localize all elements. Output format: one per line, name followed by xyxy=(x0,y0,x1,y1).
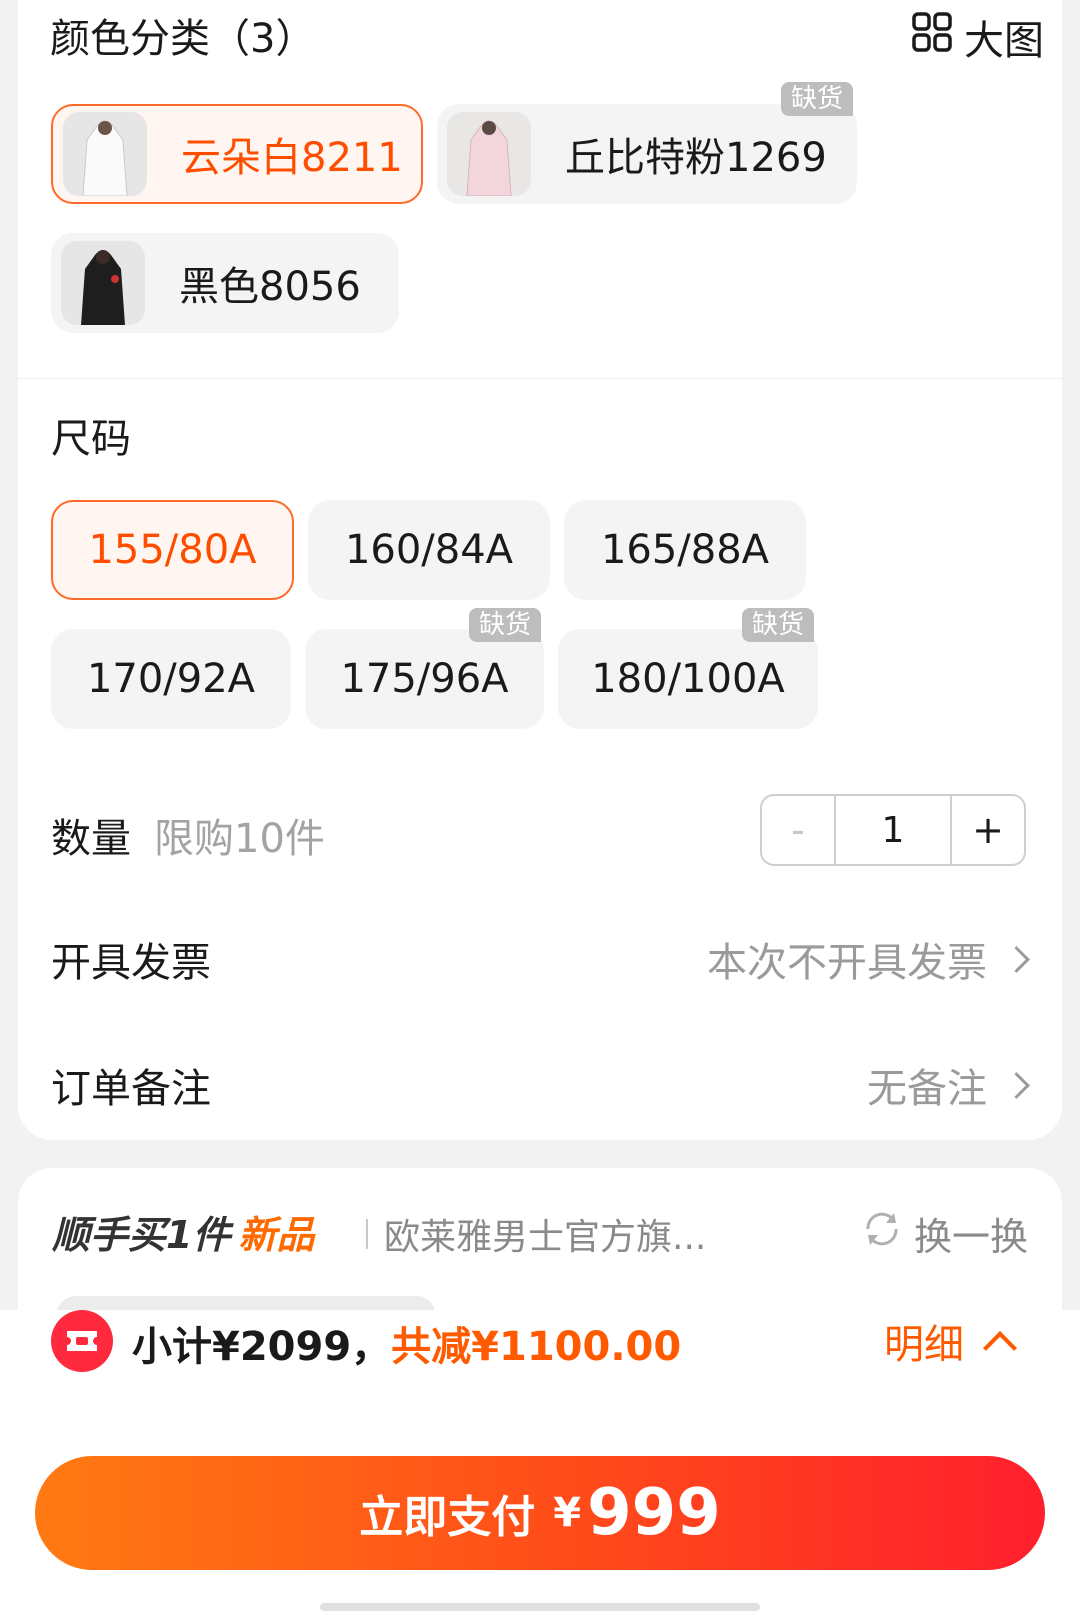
shop-name: 欧莱雅男士官方旗... xyxy=(384,1217,707,1258)
grid-icon xyxy=(912,12,952,62)
pay-amount: 999 xyxy=(587,1476,721,1550)
out-of-stock-tag: 缺货 xyxy=(781,82,854,116)
refresh-label: 换一换 xyxy=(913,1215,1028,1259)
price-summary: 小计¥2099， 共减¥1100.00 xyxy=(132,1314,681,1372)
new-badge: 新品 xyxy=(238,1213,315,1257)
big-image-label: 大图 xyxy=(964,18,1044,64)
size-option-175[interactable]: 175/96A xyxy=(305,629,544,729)
size-option-165[interactable]: 165/88A xyxy=(564,500,806,600)
discount-text: 共减¥1100.00 xyxy=(391,1324,682,1370)
size-section-title: 尺码 xyxy=(51,416,131,462)
chevron-up-icon xyxy=(983,1331,1017,1365)
invoice-value: 本次不开具发票 xyxy=(707,940,987,986)
decrement-button[interactable]: - xyxy=(762,796,834,864)
size-option-155[interactable]: 155/80A xyxy=(51,500,294,600)
color-option-pink[interactable]: 丘比特粉1269 xyxy=(437,104,857,204)
recommend-title: 顺手买1件 xyxy=(52,1213,231,1257)
color-section-title: 颜色分类（3） xyxy=(50,16,316,62)
invoice-label: 开具发票 xyxy=(51,940,211,986)
size-option-label: 165/88A xyxy=(600,527,770,573)
invoice-row[interactable]: 本次不开具发票 xyxy=(707,930,1030,988)
recommend-card: 顺手买1件 新品 欧莱雅男士官方旗... 换一换 xyxy=(18,1168,1062,1336)
detail-toggle[interactable]: 明细 xyxy=(884,1312,1017,1370)
coupon-icon xyxy=(51,1310,113,1372)
home-indicator xyxy=(320,1603,760,1611)
pay-currency: ¥ xyxy=(553,1490,582,1536)
color-option-label: 黑色8056 xyxy=(179,264,361,310)
big-image-toggle[interactable]: 大图 xyxy=(912,8,1044,66)
checkout-bar: 小计¥2099， 共减¥1100.00 明细 立即支付 ¥ 999 xyxy=(0,1310,1080,1615)
chevron-right-icon xyxy=(1003,1071,1030,1099)
size-option-label: 160/84A xyxy=(344,527,514,573)
recommend-header: 顺手买1件 新品 xyxy=(52,1204,314,1259)
chevron-right-icon xyxy=(1003,945,1030,973)
size-option-160[interactable]: 160/84A xyxy=(308,500,550,600)
refresh-button[interactable]: 换一换 xyxy=(860,1206,1028,1261)
remark-label: 订单备注 xyxy=(51,1066,211,1112)
remark-value: 无备注 xyxy=(867,1066,987,1112)
white-coat-thumbnail xyxy=(63,112,147,196)
pink-coat-thumbnail xyxy=(447,112,531,196)
size-option-180[interactable]: 180/100A xyxy=(558,629,818,729)
quantity-label: 数量 xyxy=(51,816,131,862)
size-option-label: 155/80A xyxy=(88,527,257,573)
color-option-white[interactable]: 云朵白8211 xyxy=(51,104,423,204)
color-option-black[interactable]: 黑色8056 xyxy=(51,233,399,333)
separator xyxy=(366,1219,368,1249)
pay-now-button[interactable]: 立即支付 ¥ 999 xyxy=(35,1456,1045,1570)
remark-row[interactable]: 无备注 xyxy=(867,1056,1030,1114)
recommend-shop[interactable]: 欧莱雅男士官方旗... xyxy=(366,1208,706,1260)
subtotal-text: 小计¥2099， xyxy=(132,1324,392,1370)
color-option-label: 丘比特粉1269 xyxy=(565,135,827,181)
black-coat-thumbnail xyxy=(61,241,145,325)
section-divider xyxy=(18,378,1062,379)
purchase-limit: 限购10件 xyxy=(154,816,325,862)
pay-label: 立即支付 xyxy=(359,1492,536,1543)
refresh-icon xyxy=(860,1207,904,1260)
size-option-label: 170/92A xyxy=(86,656,256,702)
out-of-stock-tag: 缺货 xyxy=(742,608,815,642)
color-option-label: 云朵白8211 xyxy=(181,135,403,181)
increment-button[interactable]: + xyxy=(952,796,1024,864)
size-option-label: 175/96A xyxy=(340,656,509,702)
quantity-value[interactable]: 1 xyxy=(834,796,952,864)
out-of-stock-tag: 缺货 xyxy=(469,608,542,642)
quantity-stepper: - 1 + xyxy=(760,794,1026,866)
size-option-170[interactable]: 170/92A xyxy=(51,629,291,729)
size-option-label: 180/100A xyxy=(591,656,785,702)
detail-label: 明细 xyxy=(884,1322,964,1368)
